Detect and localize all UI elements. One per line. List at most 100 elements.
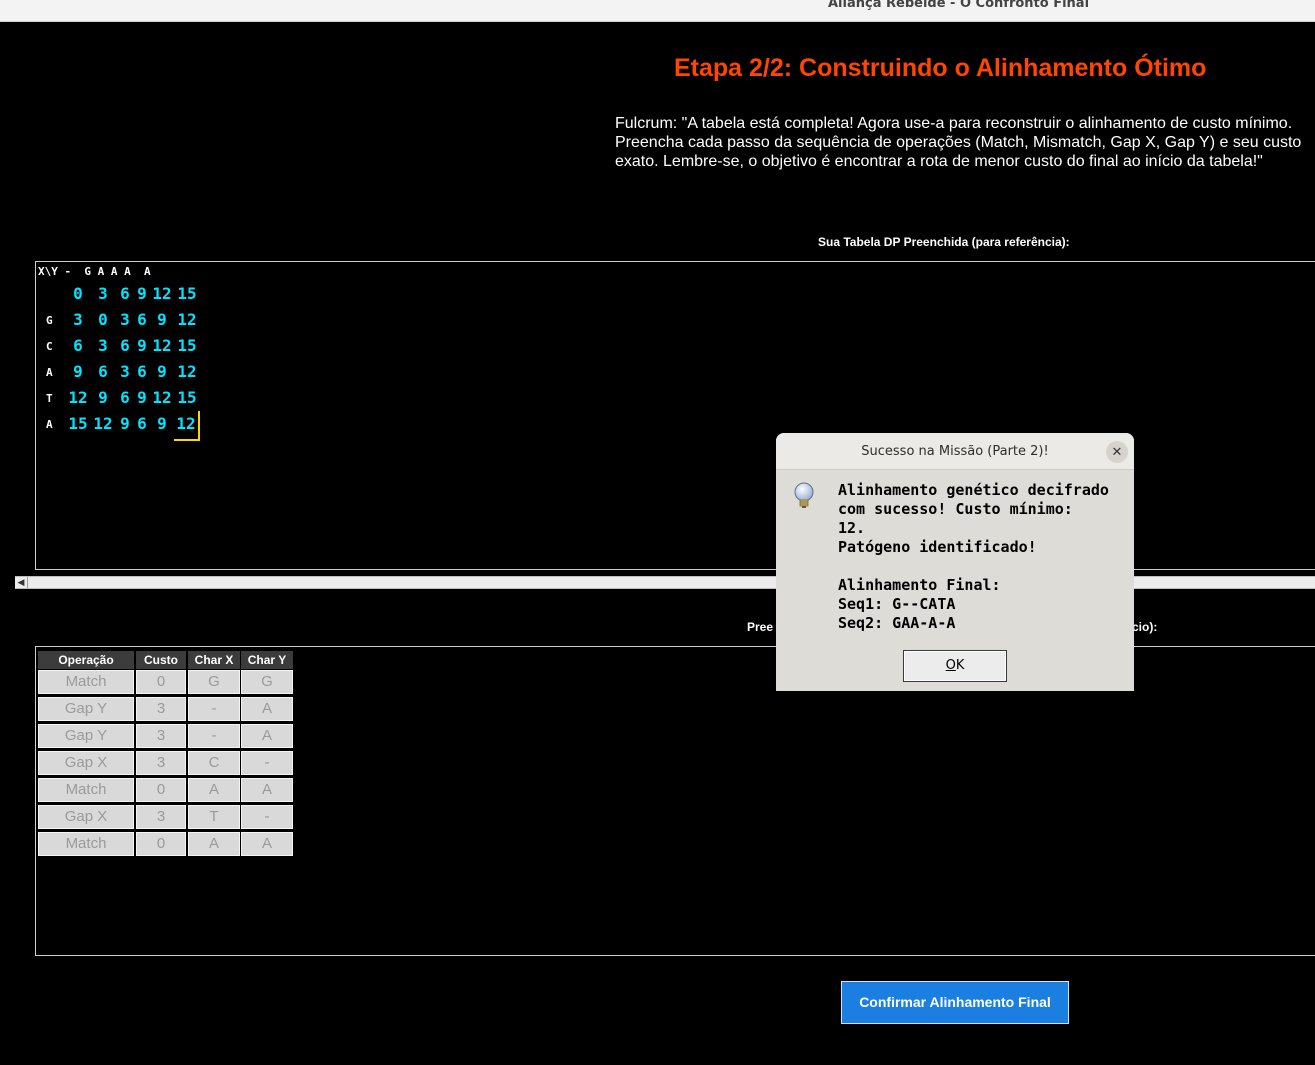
dp-cell[interactable]: 9: [150, 411, 174, 437]
dp-cell[interactable]: 6: [134, 359, 150, 385]
dp-cell[interactable]: 9: [134, 281, 150, 307]
operation-field[interactable]: Match: [38, 778, 134, 802]
dialog-message-line: Seq2: GAA-A-A: [838, 614, 956, 632]
scroll-left-icon[interactable]: ◀: [15, 577, 28, 588]
char-y-field[interactable]: -: [241, 805, 293, 829]
dp-cell[interactable]: 12: [150, 333, 174, 359]
column-header: Custo: [136, 651, 186, 669]
cost-field[interactable]: 3: [136, 697, 186, 721]
dp-section-label: Sua Tabela DP Preenchida (para referênci…: [818, 235, 1070, 249]
dp-cell[interactable]: 12: [68, 385, 88, 411]
dp-row: A 15 12 9 6 9 12: [36, 411, 336, 441]
operation-field[interactable]: Match: [38, 832, 134, 856]
dp-cell[interactable]: 15: [174, 281, 200, 307]
cost-field[interactable]: 3: [136, 805, 186, 829]
dialog-message-line: Alinhamento Final:: [838, 576, 1001, 594]
dp-cell[interactable]: 12: [174, 359, 200, 385]
ok-button-mnemonic: O: [945, 658, 956, 673]
cost-field[interactable]: 0: [136, 778, 186, 802]
dp-cell[interactable]: 6: [116, 281, 134, 307]
dp-table-header: X\Y - G A A A A: [38, 265, 151, 278]
cost-field[interactable]: 3: [136, 724, 186, 748]
close-icon[interactable]: ✕: [1106, 441, 1128, 463]
char-x-field[interactable]: C: [188, 751, 240, 775]
dp-cell[interactable]: 6: [116, 333, 134, 359]
ok-button[interactable]: OK: [903, 650, 1007, 682]
cost-field[interactable]: 0: [136, 832, 186, 856]
dp-cell[interactable]: 3: [116, 359, 134, 385]
dp-cell[interactable]: 0: [68, 281, 88, 307]
dp-row: G 3 0 3 6 9 12: [36, 307, 336, 333]
dp-cell[interactable]: 15: [68, 411, 88, 437]
dialog-title: Sucesso na Missão (Parte 2)!: [861, 444, 1049, 459]
dp-row-label: A: [46, 418, 53, 431]
dialog-message-line: com sucesso! Custo mínimo:: [838, 500, 1073, 518]
char-x-field[interactable]: -: [188, 697, 240, 721]
dp-row: A 9 6 3 6 9 12: [36, 359, 336, 385]
char-x-field[interactable]: A: [188, 832, 240, 856]
window-title: Aliança Rebelde - O Confronto Final: [828, 0, 1090, 11]
dp-cell[interactable]: 12: [93, 411, 113, 437]
dp-cell[interactable]: 12: [150, 385, 174, 411]
dp-cell[interactable]: 3: [93, 333, 113, 359]
dp-cell[interactable]: 15: [174, 385, 200, 411]
char-x-field[interactable]: A: [188, 778, 240, 802]
dp-cell[interactable]: 15: [174, 333, 200, 359]
char-y-field[interactable]: -: [241, 751, 293, 775]
operation-field[interactable]: Gap Y: [38, 724, 134, 748]
dialog-message-line: 12.: [838, 519, 866, 537]
dp-cell[interactable]: 3: [116, 307, 134, 333]
char-x-field[interactable]: T: [188, 805, 240, 829]
success-dialog: Sucesso na Missão (Parte 2)! ✕ Alinhamen…: [776, 433, 1134, 691]
dialog-message-line: Patógeno identificado!: [838, 538, 1037, 556]
char-x-field[interactable]: G: [188, 670, 240, 694]
lightbulb-icon: [791, 481, 817, 516]
ops-section-label-right: cio):: [1132, 620, 1158, 634]
dp-cell[interactable]: 6: [68, 333, 88, 359]
dp-cell[interactable]: 3: [93, 281, 113, 307]
dialog-message-line: [838, 557, 1130, 576]
dp-cell[interactable]: 9: [150, 307, 174, 333]
column-header: Char X: [188, 651, 240, 669]
confirm-alignment-button[interactable]: Confirmar Alinhamento Final: [841, 981, 1069, 1024]
dp-cell[interactable]: 3: [68, 307, 88, 333]
operation-field[interactable]: Gap X: [38, 751, 134, 775]
dp-cell[interactable]: 12: [174, 411, 200, 441]
operation-field[interactable]: Match: [38, 670, 134, 694]
dp-cell[interactable]: 12: [174, 307, 200, 333]
dp-cell[interactable]: 9: [93, 385, 113, 411]
dp-cell[interactable]: 9: [134, 333, 150, 359]
cost-field[interactable]: 3: [136, 751, 186, 775]
operation-field[interactable]: Gap Y: [38, 697, 134, 721]
operation-field[interactable]: Gap X: [38, 805, 134, 829]
cost-field[interactable]: 0: [136, 670, 186, 694]
char-y-field[interactable]: A: [241, 832, 293, 856]
dp-row-label: T: [46, 392, 53, 405]
column-header: Operação: [38, 651, 134, 669]
dp-cell[interactable]: 12: [150, 281, 174, 307]
dp-cell[interactable]: 9: [150, 359, 174, 385]
char-y-field[interactable]: G: [241, 670, 293, 694]
dp-cell[interactable]: 0: [93, 307, 113, 333]
char-y-field[interactable]: A: [241, 724, 293, 748]
dp-cell[interactable]: 9: [134, 385, 150, 411]
dp-row-label: G: [46, 314, 53, 327]
dp-row: 0 3 6 9 12 15: [36, 281, 336, 307]
dp-row-label: A: [46, 366, 53, 379]
dp-cell[interactable]: 6: [134, 411, 150, 437]
dp-cell[interactable]: 6: [134, 307, 150, 333]
dp-cell[interactable]: 6: [93, 359, 113, 385]
dialog-message-line: Alinhamento genético decifrado: [838, 481, 1109, 499]
dp-cell[interactable]: 6: [116, 385, 134, 411]
window-titlebar: Aliança Rebelde - O Confronto Final: [0, 0, 1315, 22]
dp-row-label: C: [46, 340, 53, 353]
dp-row: C 6 3 6 9 12 15: [36, 333, 336, 359]
char-y-field[interactable]: A: [241, 778, 293, 802]
dp-cell[interactable]: 9: [68, 359, 88, 385]
char-x-field[interactable]: -: [188, 724, 240, 748]
dialog-message-line: Seq1: G--CATA: [838, 595, 956, 613]
ok-button-label: K: [955, 658, 965, 673]
dp-cell[interactable]: 9: [116, 411, 134, 437]
char-y-field[interactable]: A: [241, 697, 293, 721]
dp-row: T 12 9 6 9 12 15: [36, 385, 336, 411]
